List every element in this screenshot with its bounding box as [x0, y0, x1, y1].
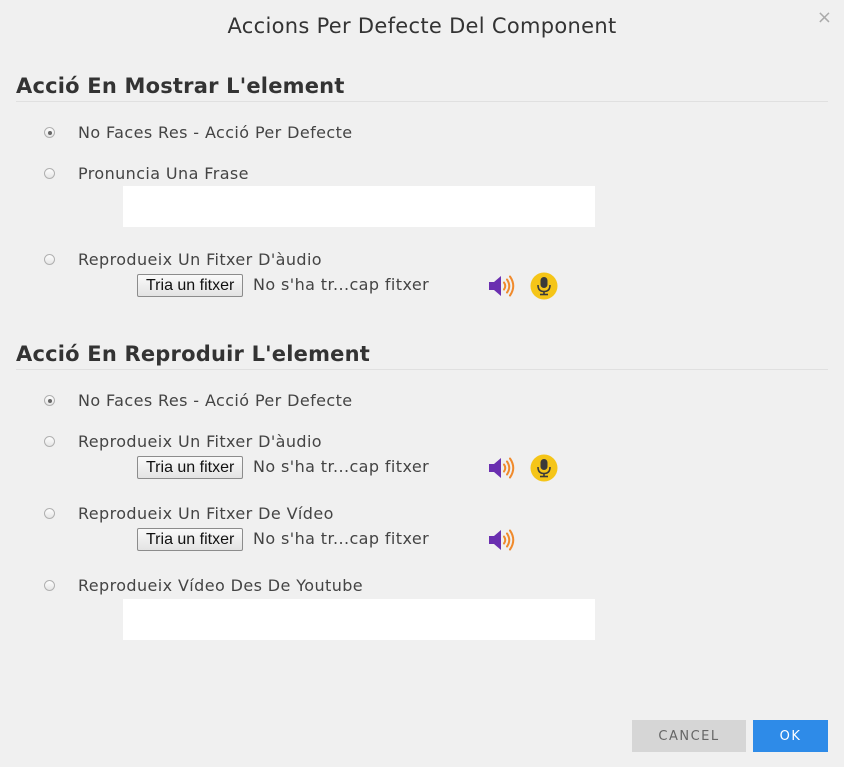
- radio-label: Reprodueix Un Fitxer De Vídeo: [78, 504, 334, 523]
- choose-file-button[interactable]: Tria un fitxer: [137, 274, 244, 297]
- default-actions-dialog: Accions Per Defecte Del Component × Acci…: [0, 0, 844, 767]
- speaker-icon[interactable]: [487, 527, 517, 553]
- close-icon[interactable]: ×: [817, 8, 832, 28]
- cancel-button[interactable]: CANCEL: [632, 720, 746, 752]
- radio-label: No Faces Res - Acció Per Defecte: [78, 123, 353, 142]
- file-status: No s'ha tr...cap fitxer: [253, 275, 430, 294]
- radio-button[interactable]: [44, 127, 55, 138]
- speaker-icon[interactable]: [487, 455, 517, 481]
- choose-file-button[interactable]: Tria un fitxer: [137, 528, 244, 551]
- radio-label: No Faces Res - Acció Per Defecte: [78, 391, 353, 410]
- radio-label: Reprodueix Un Fitxer D'àudio: [78, 432, 322, 451]
- file-status: No s'ha tr...cap fitxer: [253, 529, 430, 548]
- radio-button[interactable]: [44, 254, 55, 265]
- radio-label: Reprodueix Un Fitxer D'àudio: [78, 250, 322, 269]
- radio-button[interactable]: [44, 168, 55, 179]
- microphone-icon[interactable]: [530, 272, 558, 300]
- dialog-title: Accions Per Defecte Del Component: [227, 14, 617, 38]
- choose-file-button[interactable]: Tria un fitxer: [137, 456, 244, 479]
- file-status: No s'ha tr...cap fitxer: [253, 457, 430, 476]
- ok-button[interactable]: OK: [753, 720, 828, 752]
- youtube-url-input[interactable]: [123, 599, 595, 640]
- radio-label: Reprodueix Vídeo Des De Youtube: [78, 576, 364, 595]
- section-heading-show: Acció En Mostrar L'element: [16, 74, 828, 102]
- radio-button[interactable]: [44, 395, 55, 406]
- speaker-icon[interactable]: [487, 273, 517, 299]
- radio-button[interactable]: [44, 436, 55, 447]
- radio-label: Pronuncia Una Frase: [78, 164, 249, 183]
- phrase-input[interactable]: [123, 186, 595, 227]
- section-heading-play: Acció En Reproduir L'element: [16, 342, 828, 370]
- radio-button[interactable]: [44, 580, 55, 591]
- microphone-icon[interactable]: [530, 454, 558, 482]
- radio-button[interactable]: [44, 508, 55, 519]
